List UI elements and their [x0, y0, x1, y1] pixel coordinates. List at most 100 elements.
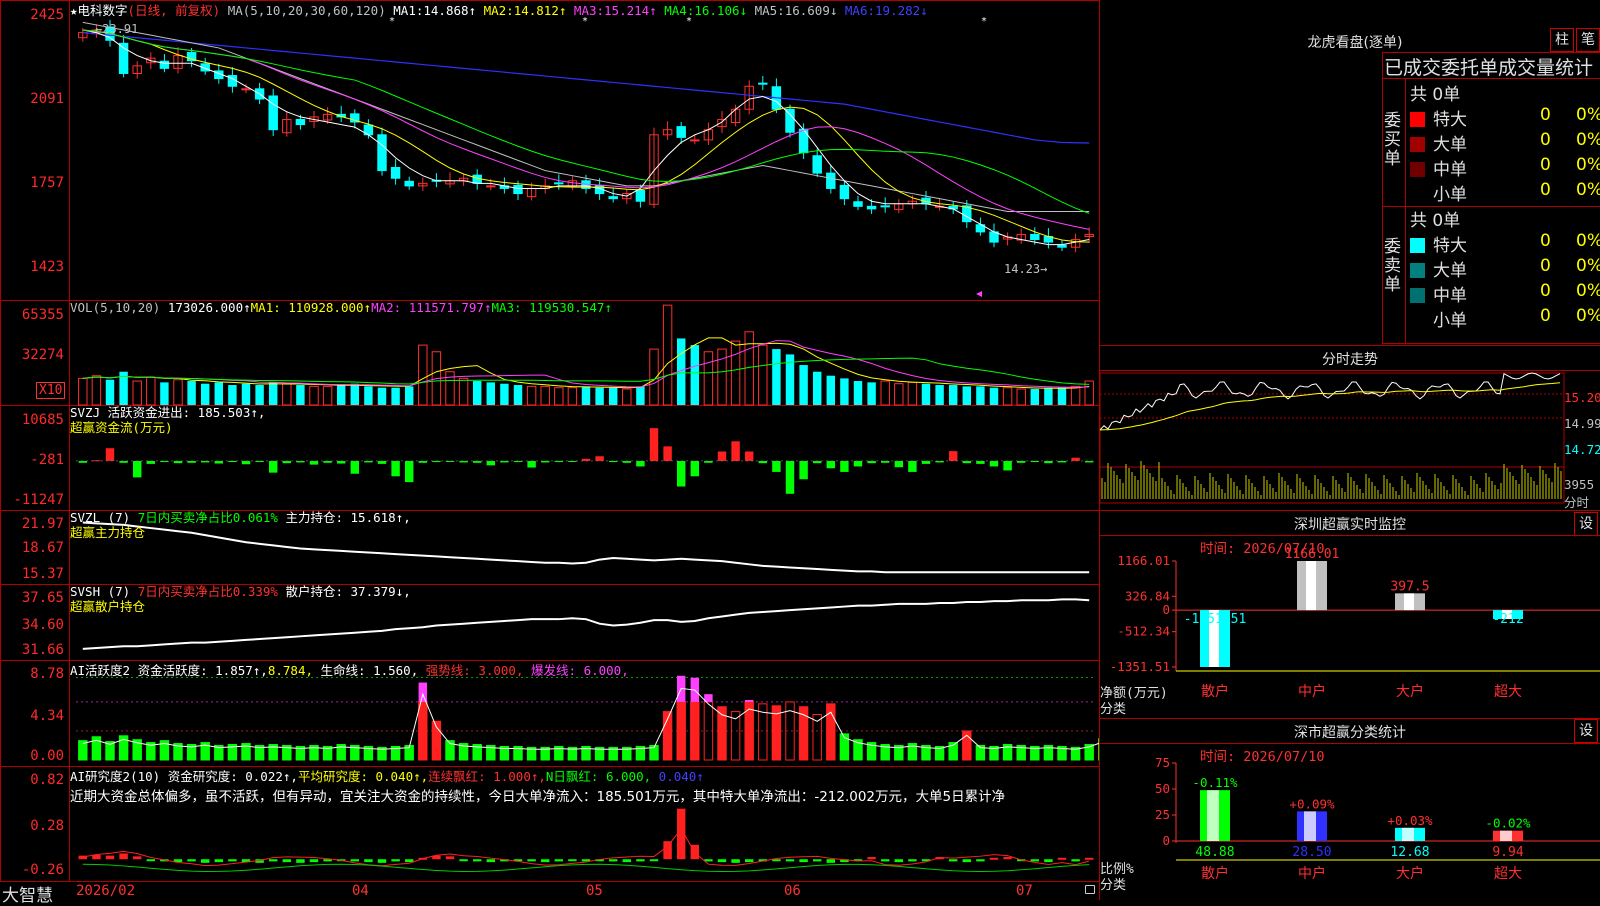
candle-body [839, 184, 850, 200]
volume-bar [241, 383, 251, 405]
ai-research-bar [1030, 859, 1040, 862]
ai-research-ytick-3: -0.26 [21, 862, 64, 878]
ma6-value: 19.282↓ [875, 3, 928, 18]
ai-active-ytick-1: 8.78 [30, 666, 64, 682]
sz-class-xlabel: 分类 [1100, 878, 1127, 893]
ai-research-bar [663, 841, 672, 860]
buy-side-label: 委买单 [1384, 111, 1401, 169]
svzl-ytick-2: 18.67 [21, 540, 64, 556]
candle-body [635, 189, 646, 202]
dragon-row-swatch [1410, 313, 1425, 328]
sz-class-change-label: -0.11% [1192, 775, 1238, 790]
ma5-value: 16.609↓ [784, 3, 838, 18]
volume-bar [1003, 387, 1012, 405]
volume-bar [853, 381, 863, 405]
brand-logo[interactable]: 大智慧 [2, 881, 53, 906]
ai-research-bar [119, 853, 128, 860]
candle-body [676, 126, 686, 138]
ma5-label: MA5: [754, 3, 785, 18]
high-price-label: ←23.91 [95, 22, 139, 36]
ai-research-bar [105, 855, 115, 860]
svzj-bar [649, 428, 659, 461]
ma1-value: 14.868↑ [423, 3, 477, 18]
dragon-row: 大单 0 0% [1410, 130, 1600, 155]
sz-monitor-chart[interactable]: 1166.01 326.840 -512.34 -1351.51 -1351.51 散户 1… [1100, 535, 1600, 720]
main-chart-canvas[interactable]: * * * * [0, 0, 1100, 900]
ai-research-bar [540, 859, 550, 863]
stroke-mode-button[interactable]: 笔 [1576, 28, 1600, 52]
x-label-jun: 06 [784, 883, 801, 899]
dragon-row-swatch [1410, 112, 1425, 127]
ai-research-bar [1084, 857, 1094, 860]
svzj-bar [676, 460, 686, 487]
ma2-value: 14.812↑ [513, 3, 567, 18]
candle-body [295, 118, 306, 126]
volume-bar [568, 387, 577, 405]
ai-research-bar [731, 859, 740, 863]
ai-research-bar [962, 859, 972, 863]
volume-bar [622, 389, 632, 405]
sz-class-bar-highlight [1402, 827, 1414, 841]
intraday-price-line [1100, 372, 1561, 431]
lock-icon[interactable] [1085, 885, 1095, 894]
ai-research-ytick-1: 0.82 [30, 772, 64, 788]
svzj-bar [758, 460, 768, 464]
volume-bar [404, 386, 414, 405]
sz-class-category: 散户 [1201, 865, 1229, 882]
ai-research-c: 连续飘红: 1.000↑, [428, 769, 546, 784]
candle-body [486, 185, 496, 188]
candle-body [1057, 244, 1067, 248]
volume-bar [921, 383, 931, 405]
ai-active-e: 爆发线: 6.000, [531, 663, 629, 678]
volume-bar [772, 349, 781, 405]
intraday-vol-tick: 3955 [1564, 477, 1595, 492]
dragon-row-percent: 0% [1576, 281, 1600, 301]
favorite-star-icon[interactable]: ★ [70, 3, 78, 18]
ma4-value: 16.106↓ [694, 3, 748, 18]
volume-bar [976, 386, 985, 405]
svzj-bar [663, 446, 672, 461]
sz-class-category: 中户 [1298, 865, 1326, 882]
ai-research-bar [200, 859, 210, 863]
sz-monitor-value-label: -212 [1492, 612, 1523, 627]
ai-research-bar [364, 859, 373, 863]
ai-research-bar [717, 859, 727, 863]
ai-research-bar [812, 859, 822, 862]
sz-class-settings-button[interactable]: 设 [1574, 719, 1598, 743]
period-label[interactable]: (日线, 前复权) [128, 3, 221, 18]
svzj-bar [105, 448, 115, 461]
sz-class-category: 大户 [1396, 865, 1424, 882]
volume-bar [1016, 389, 1026, 405]
svzj-bar [527, 460, 536, 468]
svzj-bar [744, 451, 754, 461]
ma20-line [82, 29, 1090, 230]
volume-bar [636, 386, 645, 405]
svzj-bar [146, 460, 156, 464]
candle-body [866, 205, 877, 210]
ai-research-bar [1071, 859, 1080, 862]
volume-bar [758, 345, 768, 405]
bar-mode-button[interactable]: 柱 [1550, 28, 1574, 52]
ai-research-bar [214, 859, 224, 863]
sz-monitor-ytick: 0 [1162, 602, 1170, 617]
dragon-row-count: 0 [1540, 105, 1551, 125]
sz-monitor-settings-button[interactable]: 设 [1574, 512, 1598, 536]
dragon-row: 大单 0 0% [1410, 256, 1600, 281]
sz-monitor-category: 中户 [1298, 683, 1326, 700]
volume-bar [228, 385, 237, 405]
sz-class-bar-highlight [1304, 811, 1316, 841]
dragon-row: 小单 0 0% [1410, 180, 1600, 205]
volume-bar [173, 379, 183, 405]
volume-bar [160, 382, 169, 405]
svzl-ytick-1: 21.97 [21, 516, 64, 532]
sz-class-ytick: 25 [1155, 807, 1170, 822]
ai-active-c: 生命线: 1.560, [320, 663, 419, 678]
vol-value: 173026.000↑ [167, 300, 251, 315]
intraday-ptick-3: 14.72 [1564, 442, 1600, 457]
volume-bar [663, 305, 672, 405]
candle-body [690, 139, 700, 142]
intraday-chart[interactable] [1100, 370, 1600, 510]
sz-class-chart[interactable]: 75 50 25 0 -0.11% 48.88 散户 +0.09% 28.50 中户 +0.03% 1… [1100, 743, 1600, 900]
sz-class-change-label: +0.09% [1289, 796, 1335, 811]
svzj-bar [132, 460, 142, 478]
